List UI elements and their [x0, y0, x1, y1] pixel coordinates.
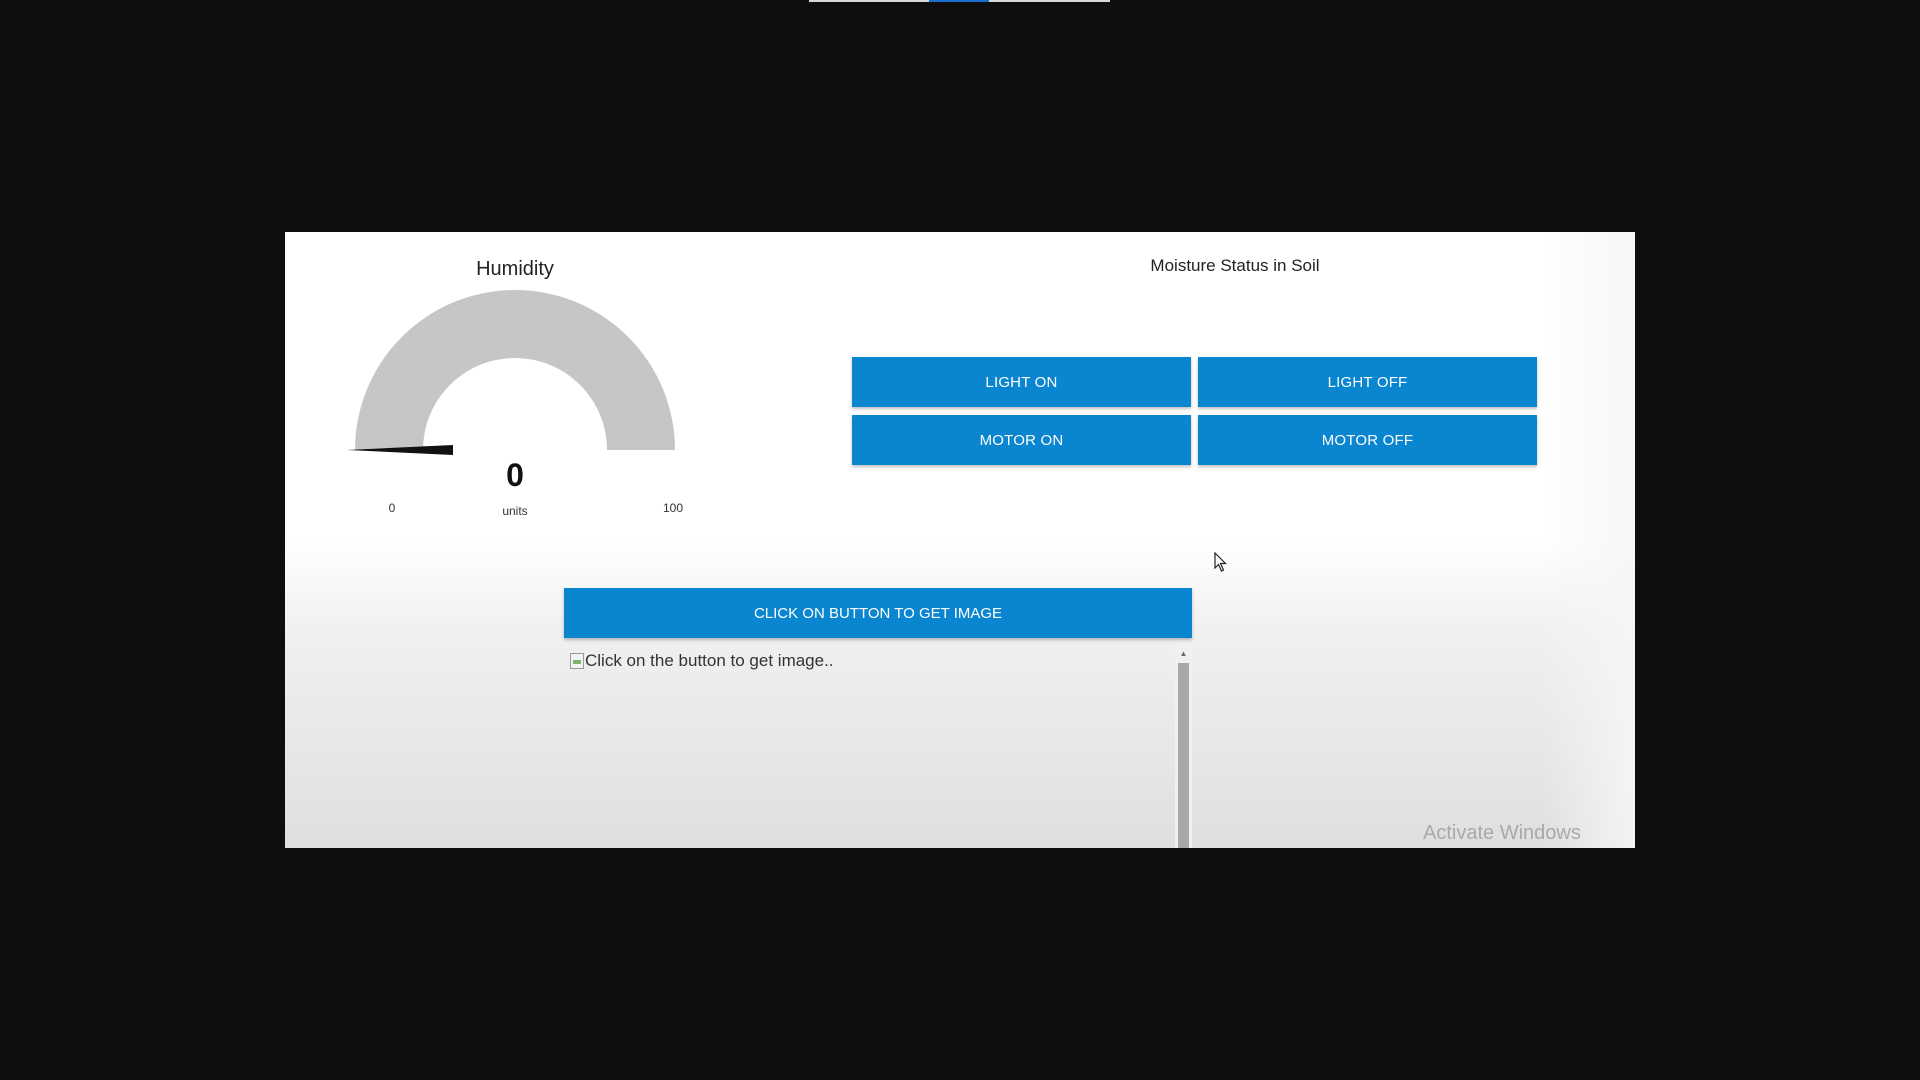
- gauge-min-label: 0: [388, 501, 396, 515]
- get-image-button[interactable]: CLICK ON BUTTON TO GET IMAGE: [564, 588, 1192, 638]
- motor-on-button[interactable]: MOTOR ON: [852, 415, 1191, 465]
- panel-edge-fade: [1540, 232, 1635, 848]
- light-on-button[interactable]: LIGHT ON: [852, 357, 1191, 407]
- scroll-up-arrow-icon[interactable]: ▲: [1175, 647, 1192, 661]
- image-frame: Click on the button to get image..: [564, 647, 1192, 848]
- moisture-status-title: Moisture Status in Soil: [1150, 256, 1320, 275]
- image-alt-text: Click on the button to get image..: [585, 651, 834, 670]
- image-placeholder: Click on the button to get image..: [570, 651, 834, 671]
- gauge-track: [355, 290, 675, 450]
- motor-off-button[interactable]: MOTOR OFF: [1198, 415, 1537, 465]
- scrollbar-thumb[interactable]: [1178, 663, 1189, 848]
- light-off-button[interactable]: LIGHT OFF: [1198, 357, 1537, 407]
- dashboard-panel: Humidity 0 units 0 100 Moisture Status i…: [285, 232, 1635, 848]
- gauge-max-label: 100: [662, 501, 684, 515]
- mouse-cursor-icon: [1214, 552, 1227, 572]
- broken-image-icon: [570, 653, 584, 669]
- gauge-value: 0: [506, 457, 524, 493]
- gauge-units: units: [502, 504, 528, 518]
- activate-windows-watermark: Activate Windows: [1423, 822, 1581, 844]
- image-scrollbar[interactable]: ▲: [1175, 647, 1192, 848]
- video-progress-bar[interactable]: [809, 0, 1110, 2]
- video-progress-fill: [929, 0, 989, 2]
